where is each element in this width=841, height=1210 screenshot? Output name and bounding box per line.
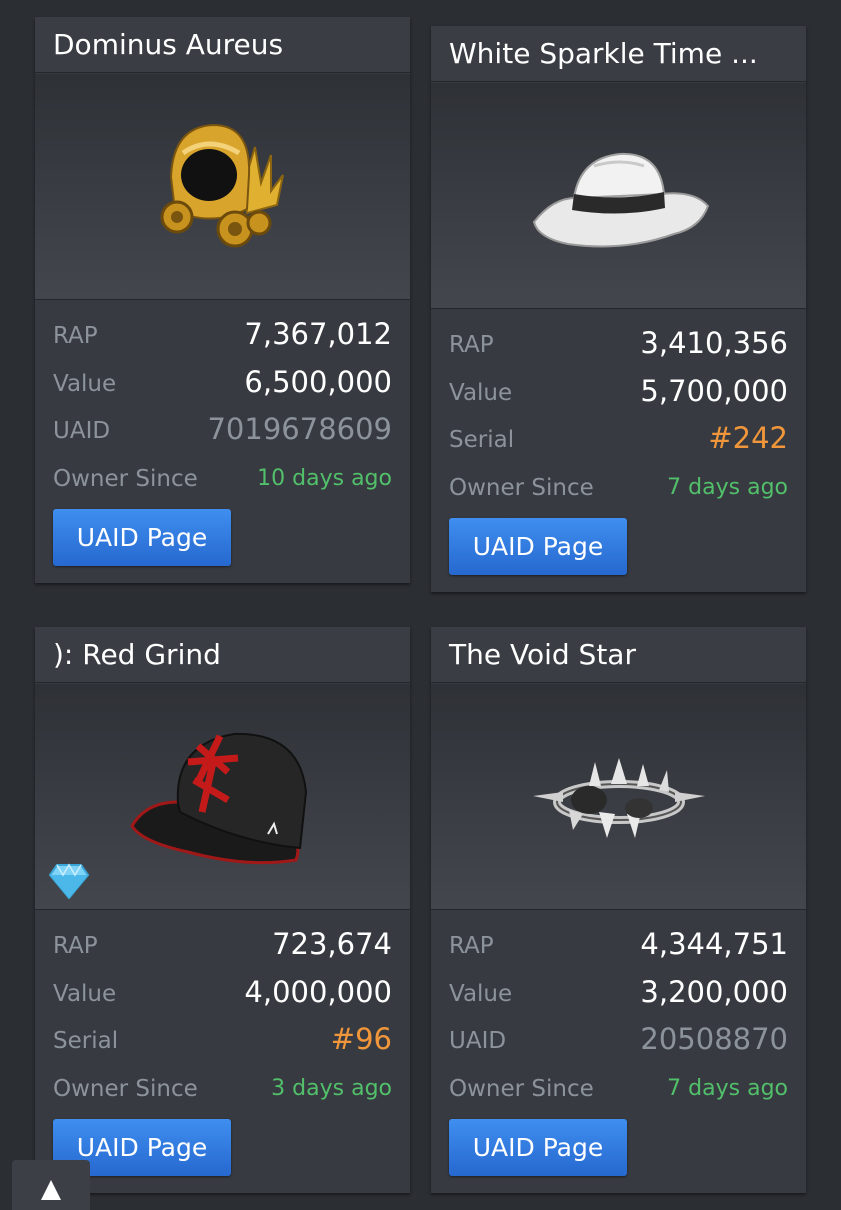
item-card-white-sparkle: White Sparkle Time ... RAP 3,410,356 Valu… [431,26,806,592]
value-value: 6,500,000 [244,364,392,399]
owner-since-value: 3 days ago [271,1075,392,1101]
uaid-value: 20508870 [640,1022,788,1056]
item-title[interactable]: White Sparkle Time ... [431,26,806,82]
value-label: Value [449,980,513,1007]
uaid-value: 7019678609 [207,412,392,446]
item-title[interactable]: Dominus Aureus [35,17,410,73]
serial-label: Serial [53,1028,119,1054]
owner-since-label: Owner Since [53,1075,198,1102]
value-value: 5,700,000 [640,373,788,408]
rap-value: 723,674 [272,927,392,961]
item-title[interactable]: The Void Star [431,627,806,683]
item-thumbnail[interactable] [431,684,806,910]
serial-value: #96 [330,1022,392,1056]
value-label: Value [53,980,117,1007]
rap-label: RAP [53,933,98,959]
uaid-label: UAID [53,418,111,444]
owner-since-value: 7 days ago [667,474,788,500]
rap-label: RAP [449,332,494,358]
value-value: 4,000,000 [244,974,392,1009]
rap-label: RAP [449,933,494,959]
uaid-page-button[interactable]: UAID Page [53,509,231,566]
rap-value: 3,410,356 [640,326,788,360]
dominus-aureus-hat-icon [160,123,284,247]
item-card-red-grind: ): Red Grind RAP 723,674 Value 4,000,000 S… [35,627,410,1193]
owner-since-label: Owner Since [449,1075,594,1102]
owner-since-value: 7 days ago [667,1075,788,1101]
owner-since-value: 10 days ago [257,465,392,491]
value-label: Value [53,370,117,397]
uaid-label: UAID [449,1028,507,1054]
item-thumbnail[interactable] [431,83,806,309]
diamond-icon [49,863,89,899]
item-thumbnail[interactable] [35,684,410,910]
item-card-dominus-aureus: Dominus Aureus RAP 7,367,012 Value 6,500,0… [35,17,410,583]
scroll-to-top-button[interactable] [12,1160,90,1210]
rap-label: RAP [53,323,98,349]
owner-since-label: Owner Since [449,474,594,501]
serial-value: #242 [708,421,788,455]
item-thumbnail[interactable] [35,74,410,300]
red-grind-cap-icon [129,732,307,864]
item-title[interactable]: ): Red Grind [35,627,410,683]
white-fedora-hat-icon [532,152,709,247]
arrow-up-icon [41,1180,61,1200]
item-card-void-star: The Void Star RAP 4,344,751 Value 3,200,00… [431,627,806,1193]
owner-since-label: Owner Since [53,465,198,492]
value-label: Value [449,379,513,406]
serial-label: Serial [449,427,515,453]
rap-value: 7,367,012 [244,317,392,351]
value-value: 3,200,000 [640,974,788,1009]
rap-value: 4,344,751 [640,927,788,961]
uaid-page-button[interactable]: UAID Page [449,1119,627,1176]
uaid-page-button[interactable]: UAID Page [449,518,627,575]
void-star-crown-icon [532,757,705,838]
